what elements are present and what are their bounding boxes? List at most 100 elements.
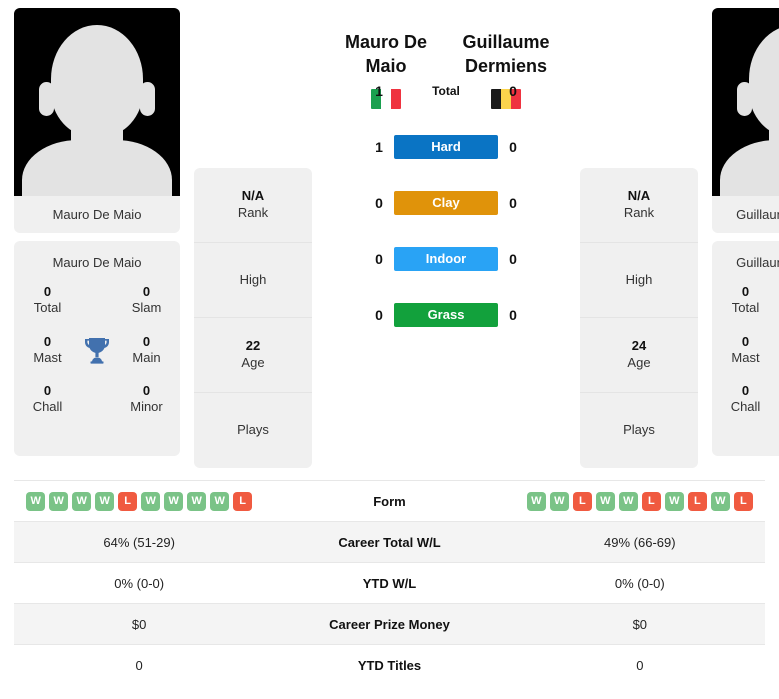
info-row-rank: N/A Rank bbox=[580, 168, 698, 243]
info-rank-value: N/A bbox=[627, 188, 651, 204]
ytd-wl-right: 0% (0-0) bbox=[614, 575, 665, 591]
titles-stat-total: 0 Total bbox=[718, 284, 773, 317]
titles-stat-total-value: 0 bbox=[741, 284, 750, 299]
player-right-titles-name: Guillaume Dermiens bbox=[736, 255, 779, 270]
career-total-wl-left: 64% (51-29) bbox=[103, 534, 175, 550]
trophy-icon bbox=[75, 336, 119, 364]
titles-stat-slam: 0 Slam bbox=[119, 284, 174, 317]
surface-badge-clay[interactable]: Clay bbox=[394, 190, 498, 215]
titles-stat-slam-label: Slam bbox=[131, 300, 162, 316]
titles-stat-chall: 0 Chall bbox=[718, 383, 773, 416]
titles-stat-slam-value: 0 bbox=[142, 284, 151, 299]
titles-stat-mast-label: Mast bbox=[33, 349, 62, 365]
titles-stat-chall-value: 0 bbox=[741, 383, 750, 398]
titles-stat-chall: 0 Chall bbox=[20, 383, 75, 416]
form-badge-win: W bbox=[49, 491, 69, 511]
titles-stat-mast-value: 0 bbox=[741, 333, 750, 349]
player-left-info-card: N/A Rank High 22 Age Plays bbox=[194, 168, 312, 468]
titles-stat-main-value: 0 bbox=[142, 333, 151, 349]
form-badge-win: W bbox=[164, 491, 184, 511]
form-badge-win: W bbox=[210, 491, 230, 511]
surface-badge-hard[interactable]: Hard bbox=[394, 134, 498, 159]
titles-stat-mast: 0 Mast bbox=[718, 334, 773, 367]
info-rank-value: N/A bbox=[241, 188, 265, 204]
titles-stat-chall-label: Chall bbox=[730, 399, 761, 415]
h2h-total-left-score: 1 bbox=[375, 82, 383, 99]
player-right-info-column: N/A Rank High 24 Age Plays bbox=[580, 8, 698, 468]
surface-badge-indoor[interactable]: Indoor bbox=[394, 246, 498, 271]
info-row-age: 24 Age bbox=[580, 318, 698, 393]
h2h-clay-left-score: 0 bbox=[375, 194, 383, 211]
titles-stat-minor: 0 Minor bbox=[119, 383, 174, 416]
table-row-label-ytd-titles: YTD Titles bbox=[357, 657, 422, 673]
info-row-plays: Plays bbox=[580, 393, 698, 468]
h2h-indoor-left-score: 0 bbox=[375, 250, 383, 267]
head-to-head-column: Mauro De Maio Guillaume Dermiens 1 Total… bbox=[326, 8, 566, 343]
info-plays-label: Plays bbox=[623, 422, 655, 438]
career-prize-money-right: $0 bbox=[632, 616, 648, 632]
player-right-avatar-card: Guillaume Dermiens bbox=[712, 8, 779, 233]
titles-stat-main-label: Main bbox=[132, 349, 161, 365]
player-left-avatar-card: Mauro De Maio bbox=[14, 8, 180, 233]
titles-stat-minor-label: Minor bbox=[130, 399, 163, 415]
titles-stat-mast: 0 Mast bbox=[20, 334, 75, 367]
form-badge-win: W bbox=[618, 491, 638, 511]
player-left-info-column: N/A Rank High 22 Age Plays bbox=[194, 8, 312, 468]
info-rank-label: Rank bbox=[237, 205, 269, 220]
form-badge-loss: L bbox=[233, 491, 253, 511]
player-right-info-card: N/A Rank High 24 Age Plays bbox=[580, 168, 698, 468]
h2h-row-total: 1 Total 0 bbox=[370, 63, 522, 119]
h2h-clay-right-score: 0 bbox=[509, 194, 517, 211]
table-row-label-ytd-wl: YTD W/L bbox=[362, 575, 417, 591]
titles-stat-mast-value: 0 bbox=[43, 333, 52, 349]
form-badge-win: W bbox=[526, 491, 546, 511]
h2h-hard-right-score: 0 bbox=[509, 138, 517, 155]
table-row-ytd-wl: 0% (0-0) YTD W/L 0% (0-0) bbox=[14, 562, 765, 603]
form-badge-loss: L bbox=[572, 491, 592, 511]
comparison-stats-table: WWWWLWWWWL Form WWLWWLWLWL 64% (51-29) C… bbox=[0, 480, 779, 685]
form-badge-loss: L bbox=[118, 491, 138, 511]
info-row-plays: Plays bbox=[194, 393, 312, 468]
player-right-titles-card: Guillaume Dermiens 0 Total 0 Slam 0 Mast bbox=[712, 241, 779, 456]
h2h-hard-left-score: 1 bbox=[375, 138, 383, 155]
titles-stat-total-value: 0 bbox=[43, 284, 52, 299]
table-row-label-career-prize-money: Career Prize Money bbox=[329, 616, 450, 632]
h2h-indoor-right-score: 0 bbox=[509, 250, 517, 267]
info-row-rank: N/A Rank bbox=[194, 168, 312, 243]
form-badge-win: W bbox=[664, 491, 684, 511]
player-left-name-line1: Mauro De bbox=[344, 32, 427, 52]
titles-stat-total-label: Total bbox=[33, 300, 62, 316]
h2h-grass-right-score: 0 bbox=[509, 306, 517, 323]
career-total-wl-right: 49% (66-69) bbox=[604, 534, 676, 550]
info-age-value: 24 bbox=[631, 338, 647, 354]
avatar-silhouette-body bbox=[22, 140, 172, 196]
avatar-silhouette-body bbox=[720, 140, 779, 196]
info-age-label: Age bbox=[627, 355, 651, 370]
info-high-label: High bbox=[625, 271, 653, 287]
ytd-wl-left: 0% (0-0) bbox=[114, 575, 165, 591]
surface-badge-grass[interactable]: Grass bbox=[394, 302, 498, 327]
h2h-row-hard: 1 Hard 0 bbox=[370, 119, 522, 175]
player-comparison-header: Mauro De Maio Mauro De Maio 0 Total 0 Sl… bbox=[0, 0, 779, 480]
form-badge-win: W bbox=[26, 491, 46, 511]
table-row-label-career-total-wl: Career Total W/L bbox=[338, 534, 441, 550]
info-row-age: 22 Age bbox=[194, 318, 312, 393]
form-badge-win: W bbox=[595, 491, 615, 511]
ytd-titles-right: 0 bbox=[636, 657, 644, 673]
titles-stat-minor-value: 0 bbox=[142, 383, 151, 398]
info-row-high: High bbox=[580, 243, 698, 318]
player-left-titles-name: Mauro De Maio bbox=[52, 255, 142, 270]
info-age-value: 22 bbox=[245, 338, 261, 354]
h2h-total-label: Total bbox=[432, 83, 460, 98]
h2h-row-indoor: 0 Indoor 0 bbox=[370, 231, 522, 287]
titles-stat-main: 0 Main bbox=[119, 334, 174, 367]
avatar-silhouette-ear-left bbox=[737, 82, 752, 116]
player-right-name-line1: Guillaume bbox=[462, 32, 550, 52]
info-high-label: High bbox=[239, 271, 267, 287]
head-to-head-rows: 1 Total 0 1 Hard 0 0 Clay 0 0 Indoor 0 0 bbox=[370, 63, 522, 343]
trophy-icon bbox=[773, 336, 779, 364]
h2h-row-clay: 0 Clay 0 bbox=[370, 175, 522, 231]
form-badge-loss: L bbox=[641, 491, 661, 511]
player-left-form-badges: WWWWLWWWWL bbox=[14, 491, 264, 511]
form-badge-win: W bbox=[549, 491, 569, 511]
